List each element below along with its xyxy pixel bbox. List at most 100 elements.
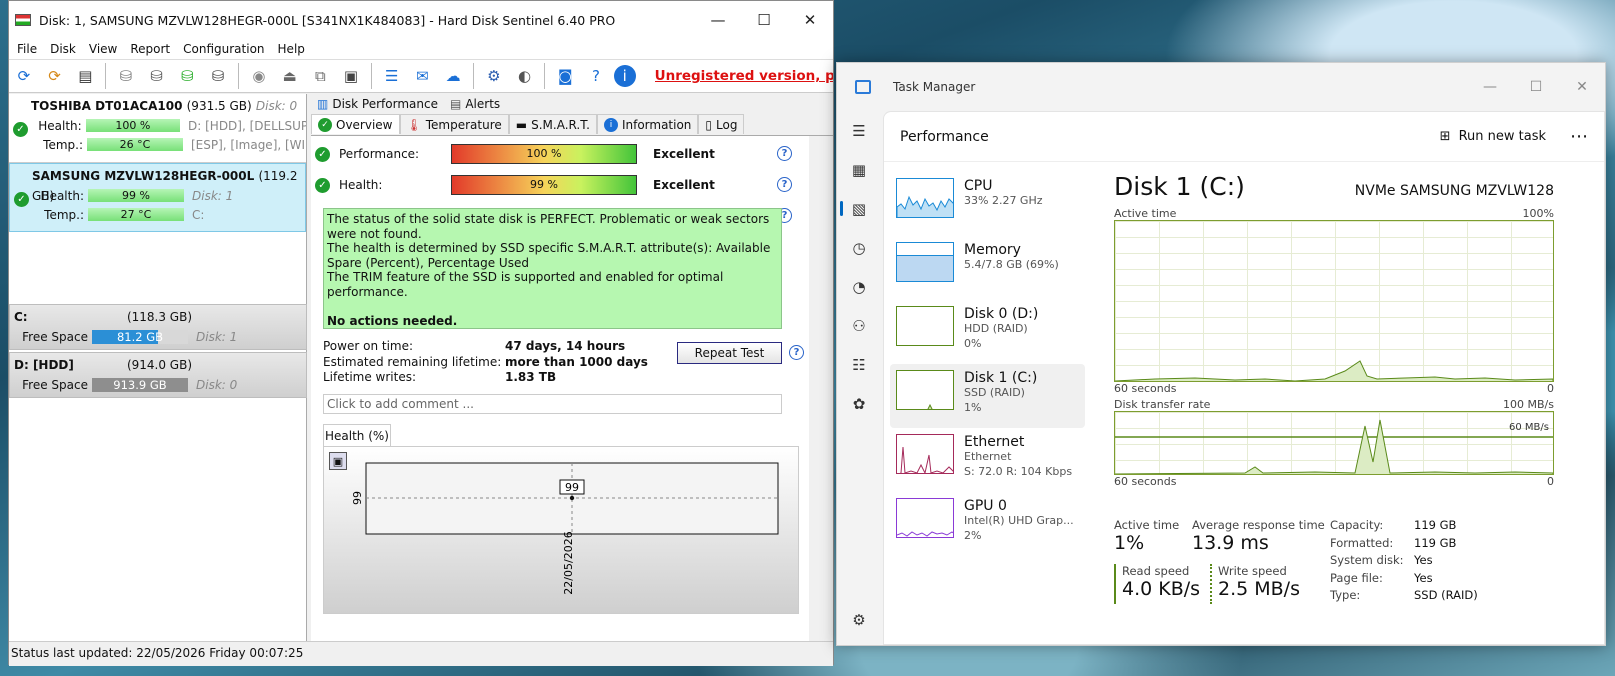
eject-icon[interactable]: ⏏ [277, 63, 303, 89]
disk-ok-icon[interactable]: ⛁ [175, 63, 201, 89]
property-value: 119 GB [1414, 518, 1457, 532]
menu-help[interactable]: Help [278, 42, 305, 56]
services-icon[interactable]: ✿ [837, 384, 881, 423]
refresh-icon[interactable]: ⟳ [11, 63, 37, 89]
hamburger-menu-icon[interactable]: ☰ [837, 111, 881, 150]
disk-copy-icon[interactable]: ⧉ [307, 63, 333, 89]
transfer-rate-max: 100 MB/s [1503, 398, 1554, 411]
startup-apps-icon[interactable]: ◔ [837, 267, 881, 306]
hds-window: Disk: 1, SAMSUNG MZVLW128HEGR-000L [S341… [8, 0, 834, 666]
refresh-all-icon[interactable]: ⟳ [42, 63, 68, 89]
chart-point [569, 495, 575, 501]
tab-alerts[interactable]: ▤ Alerts [444, 94, 506, 114]
menu-file[interactable]: File [17, 42, 37, 56]
power-on-value: 47 days, 14 hours [505, 339, 626, 353]
partition-d[interactable]: D: [HDD] (914.0 GB) Free Space 913.9 GB Dis… [9, 352, 307, 398]
settings-icon[interactable]: ⚙ [481, 63, 507, 89]
overview-panel: ✓ Performance: 100 % Excellent ? ✓ Health:… [311, 136, 809, 641]
settings-icon[interactable]: ⚙ [837, 600, 881, 639]
report-icon[interactable]: ☰ [379, 63, 405, 89]
email-icon[interactable]: ✉ [410, 63, 436, 89]
active-time-line [1115, 360, 1553, 381]
help-icon[interactable]: ? [777, 146, 792, 161]
tab-health-chart[interactable]: Health (%) [323, 424, 391, 446]
free-space-bar: 81.2 GB [92, 329, 188, 344]
minimize-button[interactable]: — [695, 1, 741, 39]
minimize-button[interactable]: — [1467, 79, 1513, 95]
menu-disk[interactable]: Disk [50, 42, 76, 56]
tab-information[interactable]: i Information [596, 114, 699, 134]
health-text: Excellent [653, 177, 715, 192]
disk-list-pane: TOSHIBA DT01ACA100 (931.5 GB) Disk: 0 ✓ … [9, 94, 307, 641]
help-icon[interactable]: ? [583, 63, 609, 89]
property-key: System disk: [1330, 553, 1404, 567]
check-icon: ✓ [315, 146, 330, 162]
resource-disk0[interactable]: Disk 0 (D:) HDD (RAID) 0% [890, 300, 1085, 364]
sound-icon[interactable]: ◐ [512, 63, 538, 89]
temp-label: Temp.: [44, 207, 84, 222]
tab-label: Alerts [465, 97, 501, 111]
tab-disk-performance[interactable]: ▥ Disk Performance [311, 94, 444, 114]
free-space-label: Free Space [22, 329, 88, 344]
app-history-icon[interactable]: ◷ [837, 228, 881, 267]
disk-number: Disk: 0 [196, 377, 238, 392]
disk-test-icon[interactable]: ⛁ [113, 63, 139, 89]
transfer-marker-label: 60 MB/s [1509, 422, 1549, 433]
maximize-button[interactable]: ☐ [1513, 79, 1559, 95]
users-icon[interactable]: ⚇ [837, 306, 881, 345]
disk-schedule-icon[interactable]: ⛁ [144, 63, 170, 89]
resource-memory[interactable]: Memory 5.4/7.8 GB (69%) [890, 236, 1085, 300]
alerts-icon: ▤ [449, 97, 462, 111]
tab-temperature[interactable]: 🌡 Temperature [399, 114, 509, 134]
stat-value: 2.5 MB/s [1218, 578, 1300, 600]
resource-detail: Intel(R) UHD Grap... [964, 514, 1074, 527]
toolbar-separator [238, 63, 239, 89]
unregistered-link[interactable]: Unregistered version, p [655, 68, 833, 84]
resource-gpu[interactable]: GPU 0 Intel(R) UHD Grap... 2% [890, 492, 1085, 556]
ethernet-graph-line [899, 446, 953, 473]
graph-zero-label: 0 [1547, 382, 1554, 395]
resource-cpu[interactable]: CPU 33% 2.27 GHz [890, 172, 1085, 236]
disk-number: Disk: 1 [196, 329, 238, 344]
toolbar-separator [105, 63, 107, 89]
close-button[interactable]: ✕ [787, 1, 833, 39]
performance-icon[interactable]: ▧ [837, 189, 881, 228]
comment-field[interactable]: Click to add comment ... [323, 394, 782, 414]
resource-ethernet[interactable]: Ethernet Ethernet S: 72.0 R: 104 Kbps [890, 428, 1085, 492]
partition-c[interactable]: C: (118.3 GB) Free Space 81.2 GB Disk: 1 [9, 304, 307, 350]
info-icon[interactable]: i [613, 65, 636, 87]
run-new-task-button[interactable]: ⊞ Run new task [1440, 129, 1546, 144]
network-icon[interactable]: ☁ [440, 63, 466, 89]
close-button[interactable]: ✕ [1559, 79, 1605, 95]
tab-label: Information [621, 117, 692, 132]
menu-view[interactable]: View [89, 42, 117, 56]
maximize-button[interactable]: ☐ [741, 1, 787, 39]
acoustic-icon[interactable]: ◉ [246, 63, 272, 89]
tab-log[interactable]: ▯ Log [698, 114, 745, 134]
menu-configuration[interactable]: Configuration [183, 42, 264, 56]
tab-overview[interactable]: ✓ Overview [311, 114, 400, 134]
screenshot-icon[interactable]: ◙ [552, 63, 578, 89]
processes-icon[interactable]: ▦ [837, 150, 881, 189]
repeat-test-button[interactable]: Repeat Test [677, 342, 782, 364]
detail-model: NVMe SAMSUNG MZVLW128 [1354, 183, 1554, 199]
ethernet-thumbnail [896, 434, 954, 474]
details-icon[interactable]: ☷ [837, 345, 881, 384]
status-message: The status of the solid state disk is PE… [323, 208, 782, 329]
message-line: No actions needed. [327, 313, 458, 328]
menu-report[interactable]: Report [130, 42, 170, 56]
tab-smart[interactable]: ▬ S.M.A.R.T. [508, 114, 597, 134]
disk-info-icon[interactable]: ▣ [338, 63, 364, 89]
disk-list-icon[interactable]: ▤ [72, 63, 98, 89]
tm-window-title: Task Manager [893, 80, 976, 94]
resource-disk1[interactable]: Disk 1 (C:) SSD (RAID) 1% [890, 364, 1085, 428]
disk-card-samsung[interactable]: SAMSUNG MZVLW128HEGR-000L (119.2 GB) ✓ H… [9, 163, 306, 232]
help-icon[interactable]: ? [789, 345, 804, 360]
tm-sidebar: ☰ ▦ ▧ ◷ ◔ ⚇ ☷ ✿ ⚙ [837, 111, 881, 647]
disk-card-toshiba[interactable]: TOSHIBA DT01ACA100 (931.5 GB) Disk: 0 ✓ … [9, 94, 306, 163]
health-chart-svg: 99 99 22/05/2026 [351, 462, 779, 595]
resource-detail: 5.4/7.8 GB (69%) [964, 258, 1059, 271]
more-options-icon[interactable]: ⋯ [1570, 126, 1588, 147]
help-icon[interactable]: ? [777, 177, 792, 192]
disk-search-icon[interactable]: ⛁ [205, 63, 231, 89]
